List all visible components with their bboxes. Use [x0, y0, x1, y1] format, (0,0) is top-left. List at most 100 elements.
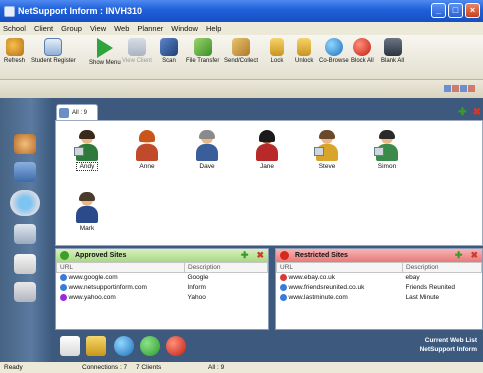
avatar-steve-icon	[314, 130, 340, 161]
details-view-icon[interactable]	[468, 85, 475, 92]
student-register-button[interactable]: Student Register	[31, 38, 76, 64]
menu-web[interactable]: Web	[114, 24, 129, 33]
remove-approved-icon[interactable]: ✖	[256, 250, 264, 261]
tab-all-label: All : 9	[72, 109, 88, 116]
avatar-simon-icon	[374, 130, 400, 161]
web-list-title: Current Web List	[424, 337, 477, 344]
unlock-button[interactable]: Unlock	[295, 38, 313, 64]
menu-window[interactable]: Window	[171, 24, 198, 33]
site-url: www.lastminute.com	[288, 294, 348, 302]
column-url[interactable]: URL	[56, 262, 185, 273]
add-approved-icon[interactable]: ✚	[241, 250, 249, 261]
refresh-icon	[5, 38, 24, 56]
refresh-label: Refresh	[4, 58, 26, 64]
column-description[interactable]: Description	[184, 262, 268, 273]
client-anne[interactable]: Anne	[124, 130, 170, 170]
site-icon	[59, 274, 67, 282]
tools-view-icon[interactable]	[14, 282, 36, 302]
new-list-icon[interactable]	[60, 336, 80, 356]
blank-all-button[interactable]: Blank All	[381, 38, 404, 64]
column-url[interactable]: URL	[276, 262, 403, 273]
small-icons-icon[interactable]	[452, 85, 459, 92]
site-url: www.netsupportinform.com	[68, 284, 147, 292]
client-mark[interactable]: Mark	[64, 192, 110, 232]
approved-icon	[60, 251, 69, 260]
refresh-button[interactable]: Refresh	[4, 38, 25, 64]
show-menu-label: Show Menu	[89, 60, 121, 66]
co-browse-button[interactable]: Co-Browse	[319, 38, 349, 64]
site-description: Google	[187, 274, 209, 282]
add-group-icon[interactable]: ✚	[458, 107, 466, 118]
client-dave[interactable]: Dave	[184, 130, 230, 170]
table-row[interactable]: www.google.com Google	[57, 273, 268, 283]
open-list-icon[interactable]	[86, 336, 106, 356]
close-button[interactable]: ×	[465, 3, 480, 18]
show-menu-button[interactable]: Show Menu	[89, 38, 121, 66]
minimize-button[interactable]: _	[431, 3, 446, 18]
restrict-icon[interactable]	[166, 336, 186, 356]
tab-all[interactable]: All : 9	[56, 104, 98, 120]
groups-view-icon[interactable]	[14, 162, 36, 182]
unlock-icon	[297, 38, 312, 56]
register-view-icon[interactable]	[14, 254, 36, 274]
client-andy[interactable]: Andy	[64, 130, 110, 171]
table-row[interactable]: www.lastminute.com Last Minute	[277, 293, 482, 303]
avatar-anne-icon	[134, 130, 160, 161]
client-simon[interactable]: Simon	[364, 130, 410, 170]
group-actions: ✚ ✖	[458, 107, 481, 118]
file-transfer-label: File Transfer	[186, 58, 220, 64]
clients-view-icon[interactable]	[14, 134, 36, 154]
menu-school[interactable]: School	[3, 24, 26, 33]
group-tabs: All : 9 ✚ ✖	[52, 104, 483, 120]
view-client-button[interactable]: View Client	[122, 38, 152, 64]
scan-label: Scan	[162, 58, 176, 64]
view-bar	[0, 80, 483, 98]
site-icon	[279, 274, 287, 282]
menu-client[interactable]: Client	[34, 24, 53, 33]
large-icons-icon[interactable]	[444, 85, 451, 92]
site-icon	[59, 293, 67, 301]
site-url: www.google.com	[68, 274, 118, 282]
window-title: NetSupport Inform : INVH310	[18, 6, 143, 16]
client-jane[interactable]: Jane	[244, 130, 290, 170]
restricted-actions: ✚ ✖	[455, 250, 478, 261]
menu-group[interactable]: Group	[61, 24, 82, 33]
table-row[interactable]: www.yahoo.com Yahoo	[57, 293, 268, 303]
lock-icon	[270, 38, 284, 56]
approved-sites-title: Approved Sites	[75, 252, 127, 259]
group-icon	[59, 107, 69, 118]
client-steve[interactable]: Steve	[304, 130, 350, 170]
menu-help[interactable]: Help	[206, 24, 221, 33]
title-bar: NetSupport Inform : INVH310 _ □ ×	[0, 0, 483, 22]
list-view-icon[interactable]	[460, 85, 467, 92]
site-description: Last Minute	[405, 294, 440, 301]
blank-all-label: Blank All	[381, 58, 405, 64]
student-register-label: Student Register	[31, 58, 76, 64]
table-row[interactable]: www.friendsreunited.co.uk Friends Reunit…	[277, 283, 482, 293]
lock-button[interactable]: Lock	[270, 38, 284, 64]
client-area: Andy Anne Dave Jane Steve Simon Mark	[55, 120, 483, 246]
web-view-icon[interactable]	[10, 190, 40, 216]
status-all: All : 9	[208, 364, 225, 371]
menu-view[interactable]: View	[90, 24, 106, 33]
scan-view-icon[interactable]	[14, 224, 36, 244]
send-collect-button[interactable]: Send/Collect	[224, 38, 258, 64]
table-row[interactable]: www.ebay.co.uk ebay	[277, 273, 482, 283]
remove-restricted-icon[interactable]: ✖	[470, 250, 478, 261]
scan-button[interactable]: Scan	[160, 38, 178, 64]
maximize-button[interactable]: □	[448, 3, 463, 18]
site-icon	[279, 293, 287, 301]
block-all-button[interactable]: Block All	[351, 38, 374, 64]
status-clients: 7 Clients	[136, 364, 162, 371]
menu-bar: School Client Group View Web Planner Win…	[0, 22, 483, 35]
web-browse-icon[interactable]	[114, 336, 134, 356]
delete-group-icon[interactable]: ✖	[473, 107, 481, 118]
block-all-label: Block All	[351, 58, 374, 64]
menu-planner[interactable]: Planner	[137, 24, 163, 33]
approve-icon[interactable]	[140, 336, 160, 356]
file-transfer-button[interactable]: File Transfer	[186, 38, 219, 64]
table-row[interactable]: www.netsupportinform.com Inform	[57, 283, 268, 293]
add-restricted-icon[interactable]: ✚	[455, 250, 463, 261]
column-description[interactable]: Description	[402, 262, 482, 273]
view-client-label: View Client	[122, 58, 152, 64]
